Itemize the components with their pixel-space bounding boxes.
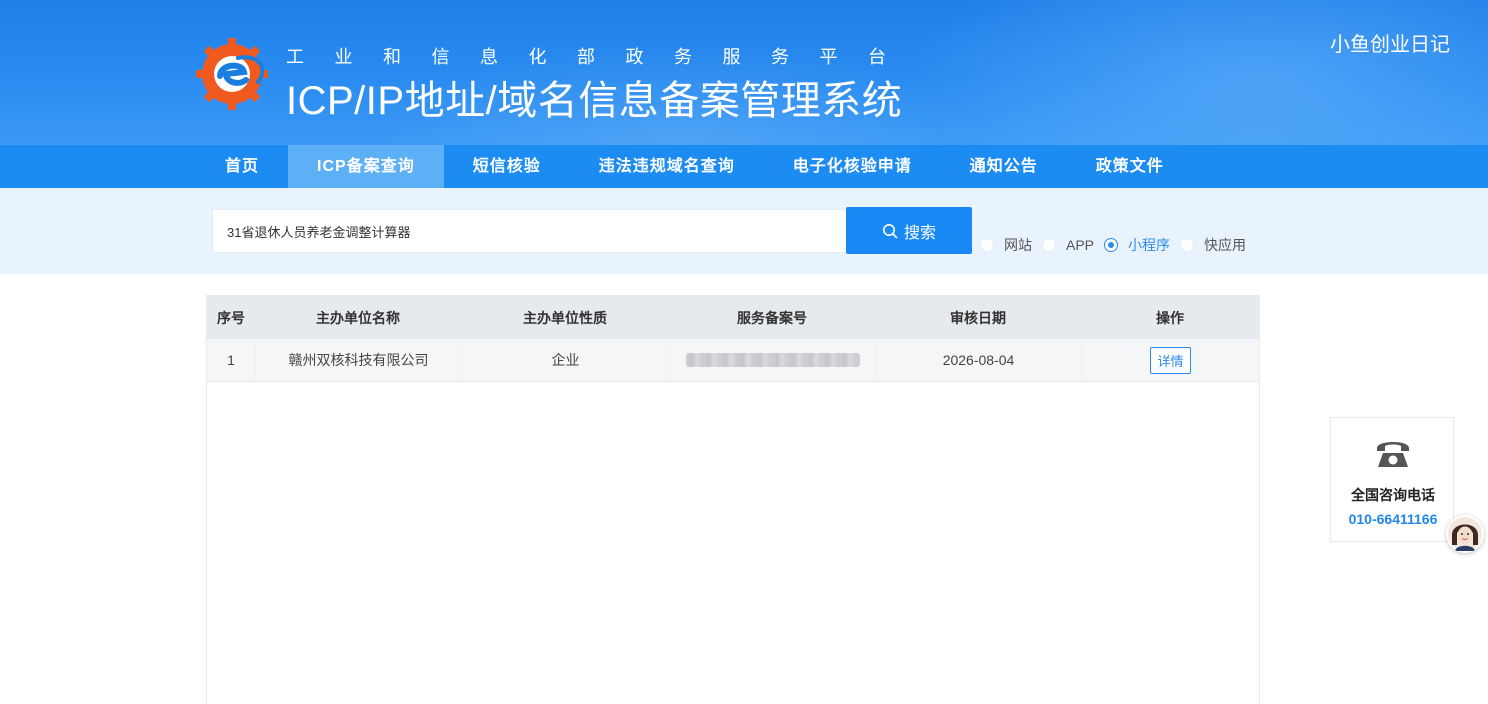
radio-app[interactable]: APP — [1042, 237, 1094, 253]
header-record-no: 服务备案号 — [737, 309, 807, 326]
radio-quick-app[interactable]: 快应用 — [1180, 235, 1246, 255]
main-nav: 首页 ICP备案查询 短信核验 违法违规域名查询 电子化核验申请 通知公告 政策… — [0, 145, 1488, 188]
agent-avatar-icon — [1448, 517, 1482, 551]
detail-button[interactable]: 详情 — [1150, 346, 1191, 374]
cell-review-date: 2026-08-04 — [875, 339, 1081, 381]
system-title: ICP/IP地址/域名信息备案管理系统 — [286, 79, 903, 123]
radio-dot — [980, 238, 994, 252]
nav-item-home[interactable]: 首页 — [196, 145, 288, 188]
contact-phone: 010-66411166 — [1348, 511, 1438, 527]
radio-label: 网站 — [1004, 237, 1032, 253]
nav-item-policy[interactable]: 政策文件 — [1067, 145, 1193, 188]
results-table: 序号 主办单位名称 主办单位性质 服务备案号 审核日期 操作 1 赣州双核科技有… — [206, 295, 1260, 704]
contact-label: 全国咨询电话 — [1351, 487, 1435, 503]
search-input[interactable] — [212, 209, 848, 253]
header-index: 序号 — [217, 309, 245, 326]
header-review-date: 审核日期 — [950, 309, 1006, 326]
radio-dot — [1042, 238, 1056, 252]
header-org-nature: 主办单位性质 — [523, 309, 607, 326]
search-button[interactable]: 搜索 — [846, 207, 972, 254]
cell-record-no — [669, 339, 875, 381]
radio-mini-program[interactable]: 小程序 — [1104, 235, 1170, 255]
platform-subtitle: 工业和信息化部政务服务平台 — [286, 47, 917, 67]
search-icon — [882, 223, 898, 238]
header-glow — [908, 0, 1488, 145]
header-org-name: 主办单位名称 — [316, 309, 400, 326]
nav-item-illegal-domain[interactable]: 违法违规域名查询 — [570, 145, 764, 188]
telephone-icon — [1377, 442, 1409, 467]
radio-dot — [1104, 238, 1119, 252]
search-band: 搜索 网站 APP 小程序 快应用 — [0, 188, 1488, 274]
cell-org-nature: 企业 — [461, 339, 669, 381]
cell-org-name: 赣州双核科技有限公司 — [255, 339, 461, 381]
nav-item-icp-query[interactable]: ICP备案查询 — [288, 145, 444, 188]
search-button-label: 搜索 — [903, 224, 936, 242]
watermark-text: 小鱼创业日记 — [1330, 34, 1450, 56]
customer-service-avatar[interactable] — [1446, 515, 1484, 553]
radio-website[interactable]: 网站 — [980, 235, 1032, 255]
radio-label: 快应用 — [1204, 237, 1247, 253]
nav-item-e-verify[interactable]: 电子化核验申请 — [764, 145, 941, 188]
header-action: 操作 — [1156, 309, 1184, 326]
radio-label: APP — [1066, 237, 1095, 253]
nav-item-sms-verify[interactable]: 短信核验 — [444, 145, 570, 188]
radio-label: 小程序 — [1128, 237, 1171, 253]
search-type-group: 网站 APP 小程序 快应用 — [980, 235, 1256, 255]
redacted-record-number — [685, 353, 860, 367]
contact-widget[interactable]: 全国咨询电话 010-66411166 — [1330, 417, 1454, 542]
cell-action: 详情 — [1081, 339, 1259, 381]
nav-item-notices[interactable]: 通知公告 — [941, 145, 1067, 188]
radio-dot — [1180, 238, 1195, 252]
cell-index: 1 — [227, 352, 235, 368]
miit-logo-icon — [196, 38, 268, 110]
site-header: 工业和信息化部政务服务平台 ICP/IP地址/域名信息备案管理系统 小鱼创业日记 — [0, 0, 1488, 145]
table-row: 1 赣州双核科技有限公司 企业 2026-08-04 详情 — [207, 339, 1259, 382]
table-header: 序号 主办单位名称 主办单位性质 服务备案号 审核日期 操作 — [207, 296, 1259, 339]
